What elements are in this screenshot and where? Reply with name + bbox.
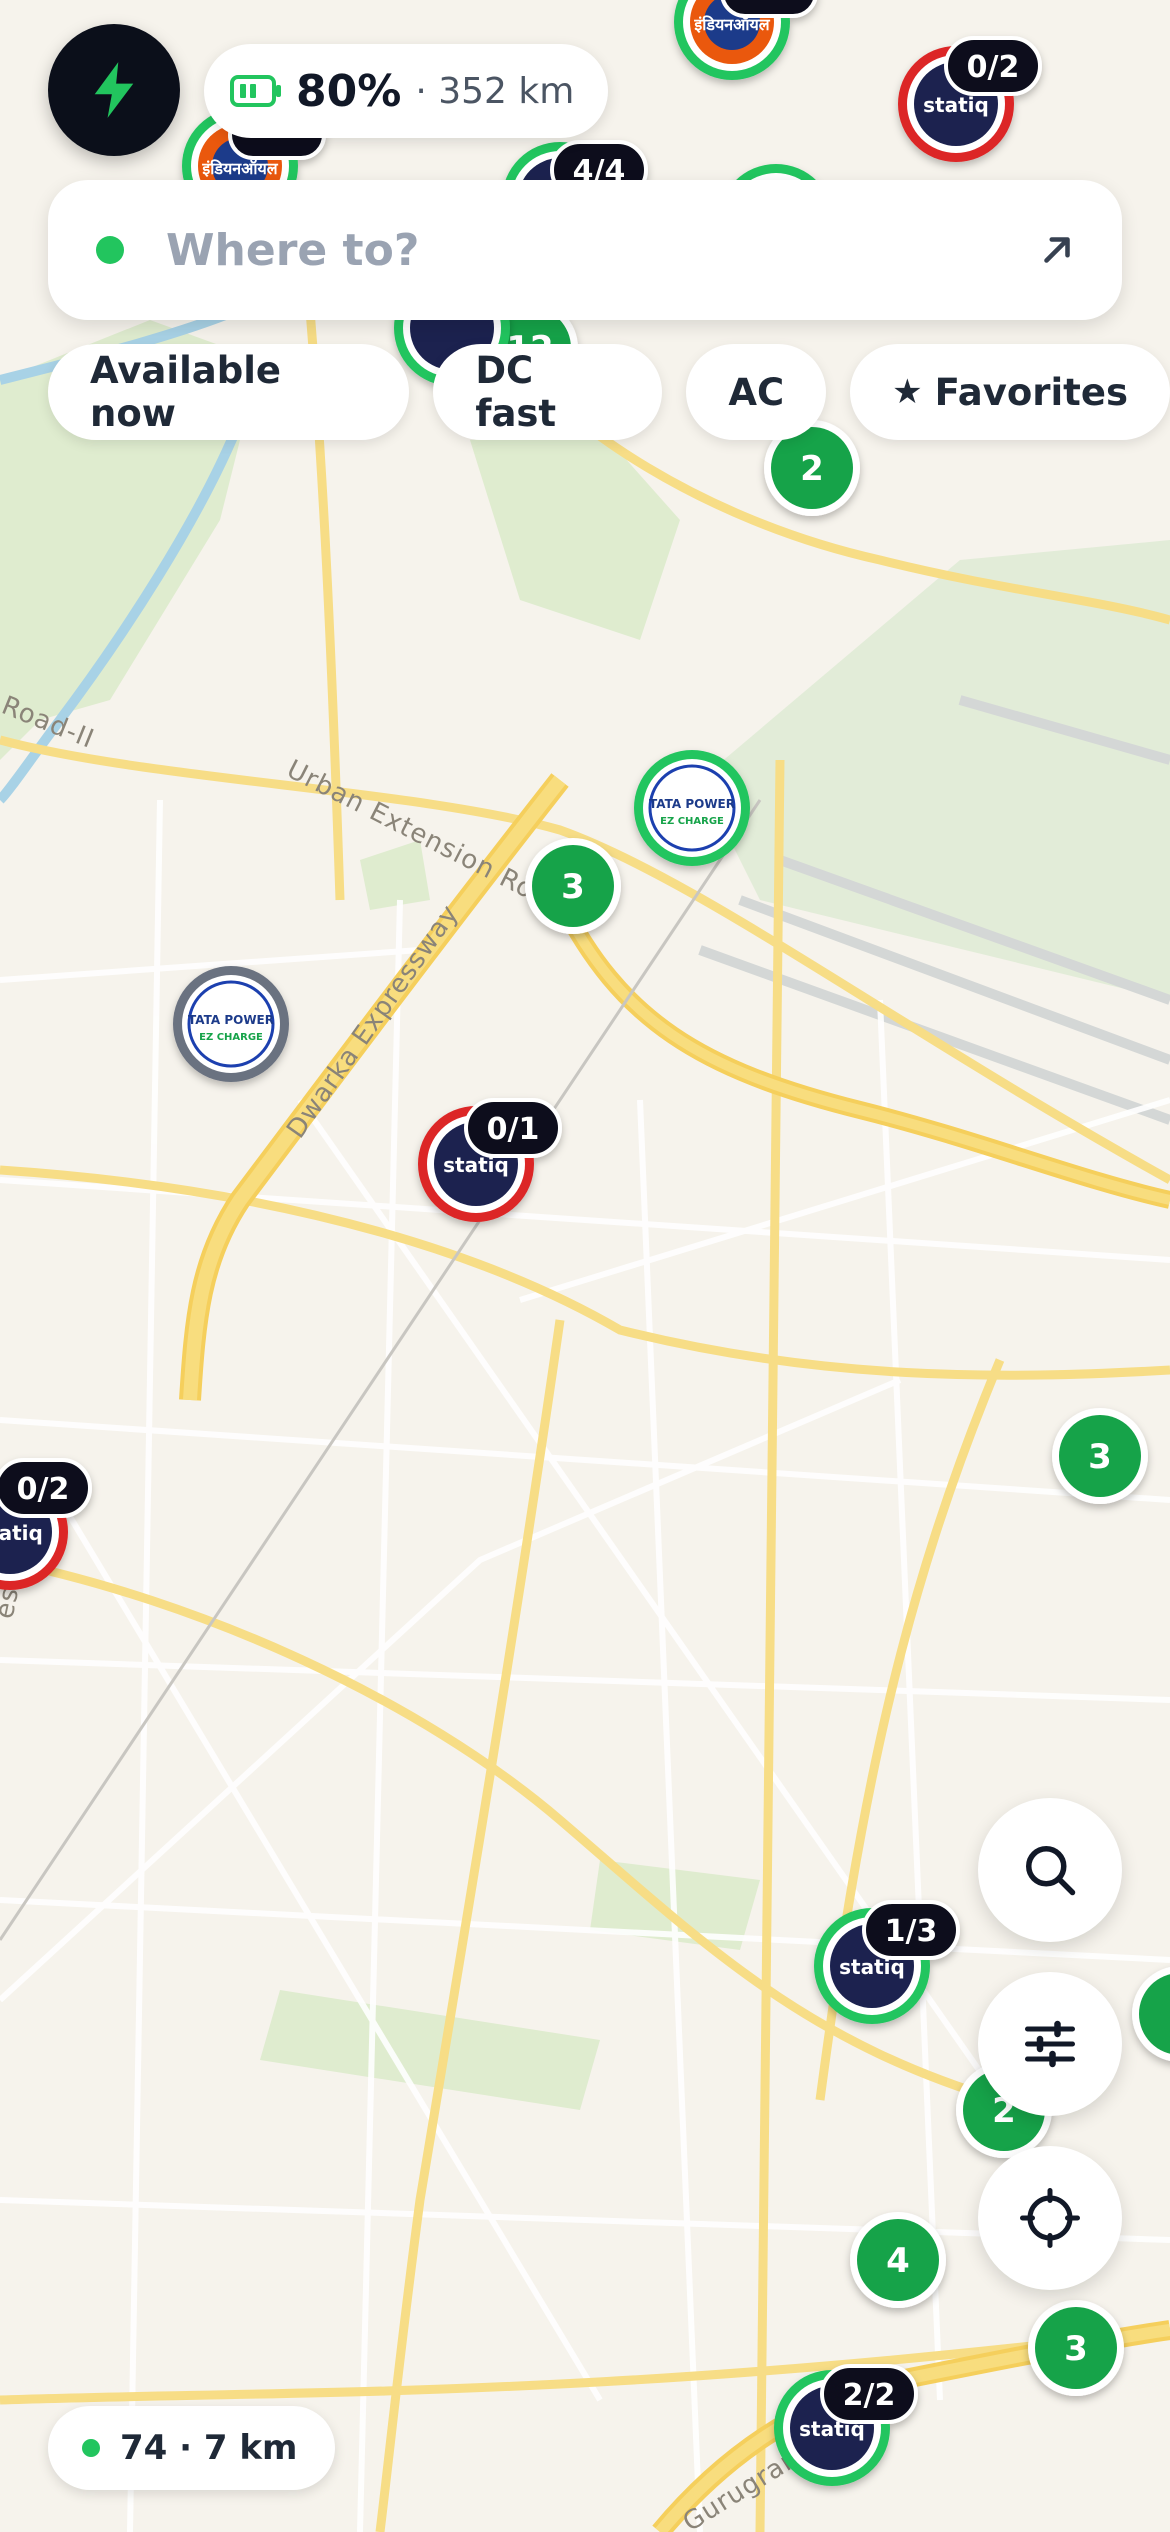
filter-chip-available-now[interactable]: Available now [48,344,410,440]
availability-badge: 0/2 [17,1472,70,1507]
cluster-count: 3 [1064,2329,1088,2369]
station-sub-brand: EZ CHARGE [660,816,724,827]
station-marker-tata-power[interactable]: TATA POWER EZ CHARGE [634,750,750,866]
station-brand: TATA POWER [188,1013,274,1027]
sliders-icon [1025,2020,1075,2068]
cluster-count: 3 [561,867,585,907]
search-icon [1026,1846,1076,1896]
chip-label: Available now [90,349,281,435]
station-brand: statiq [923,93,989,117]
filter-chip-favorites[interactable]: ★ Favorites [850,344,1170,440]
chip-label: DC fast [475,349,557,435]
locate-me-button[interactable] [978,2146,1122,2290]
search-bar[interactable]: Where to? [48,180,1122,320]
availability-badge: 0/2 [967,50,1020,85]
filter-chip-ac[interactable]: AC [686,344,827,440]
cluster-marker[interactable]: 3 [1052,1408,1148,1504]
search-input[interactable]: Where to? [166,225,1036,276]
chip-label: AC [728,370,785,414]
distance-text: 74 · 7 km [120,2428,298,2468]
cluster-count: 2 [800,449,824,489]
station-sub-brand: EZ CHARGE [199,1032,263,1043]
availability-badge: 0/1 [487,1112,540,1147]
cluster-marker[interactable]: 3 [1028,2300,1124,2396]
distance-indicator: 74 · 7 km [48,2406,336,2490]
filter-chips: Available now DC fast AC ★ Favorites [48,344,1170,440]
station-brand: statiq [0,1521,43,1545]
battery-percent: 80% [296,65,402,117]
star-icon: ★ [892,372,923,412]
station-brand: इंडियनऑयल [201,159,278,178]
availability-badge: 2/2 [843,2378,896,2413]
search-button[interactable] [978,1798,1122,1942]
cluster-count: 4 [886,2241,910,2281]
lightning-icon [94,62,134,118]
battery-icon [230,75,281,107]
app-menu-button[interactable] [48,24,180,156]
cluster-count: 3 [1088,1437,1112,1477]
station-brand: TATA POWER [649,797,735,811]
filter-chip-dc-fast[interactable]: DC fast [433,344,663,440]
location-dot-icon [96,236,124,264]
status-dot-icon [82,2439,100,2457]
station-marker-tata-power[interactable]: TATA POWER EZ CHARGE [173,966,289,1082]
chip-label: Favorites [934,370,1128,414]
crosshair-icon [1020,2188,1080,2248]
arrow-up-right-icon[interactable] [1036,229,1078,271]
battery-status[interactable]: 80% · 352 km [204,44,609,138]
cluster-marker[interactable]: 3 [525,838,621,934]
filter-button[interactable] [978,1972,1122,2116]
availability-badge: 1/3 [885,1914,938,1949]
cluster-marker[interactable]: 4 [850,2212,946,2308]
battery-range: · 352 km [415,70,575,112]
